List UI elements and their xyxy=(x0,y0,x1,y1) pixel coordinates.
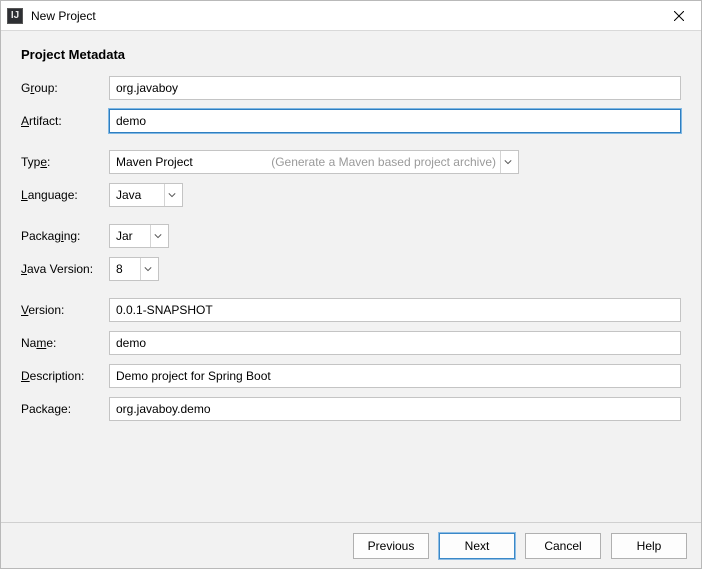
label-group: Group: xyxy=(21,81,109,95)
label-language: Language: xyxy=(21,188,109,202)
type-select-hint: (Generate a Maven based project archive) xyxy=(271,155,496,169)
java-version-select[interactable]: 8 xyxy=(109,257,159,281)
chevron-down-icon xyxy=(150,225,164,247)
name-input[interactable] xyxy=(109,331,681,355)
row-package: Package: xyxy=(21,397,681,421)
label-description: Description: xyxy=(21,369,109,383)
label-java-version: Java Version: xyxy=(21,262,109,276)
artifact-input[interactable] xyxy=(109,109,681,133)
packaging-select-value: Jar xyxy=(116,229,146,243)
row-packaging: Packaging: Jar xyxy=(21,224,681,248)
label-type: Type: xyxy=(21,155,109,169)
language-select[interactable]: Java xyxy=(109,183,183,207)
label-artifact: Artifact: xyxy=(21,114,109,128)
packaging-select[interactable]: Jar xyxy=(109,224,169,248)
row-language: Language: Java xyxy=(21,183,681,207)
package-input[interactable] xyxy=(109,397,681,421)
row-artifact: Artifact: xyxy=(21,109,681,133)
row-name: Name: xyxy=(21,331,681,355)
java-version-select-value: 8 xyxy=(116,262,136,276)
chevron-down-icon xyxy=(140,258,154,280)
label-package: Package: xyxy=(21,402,109,416)
chevron-down-icon xyxy=(500,151,514,173)
app-icon: IJ xyxy=(7,8,23,24)
close-icon xyxy=(674,11,684,21)
footer: Previous Next Cancel Help xyxy=(1,522,701,568)
cancel-button[interactable]: Cancel xyxy=(525,533,601,559)
row-group: Group: xyxy=(21,76,681,100)
label-packaging: Packaging: xyxy=(21,229,109,243)
language-select-value: Java xyxy=(116,188,160,202)
titlebar: IJ New Project xyxy=(1,1,701,31)
label-name: Name: xyxy=(21,336,109,350)
row-type: Type: Maven Project (Generate a Maven ba… xyxy=(21,150,681,174)
group-input[interactable] xyxy=(109,76,681,100)
close-button[interactable] xyxy=(656,1,701,31)
next-button[interactable]: Next xyxy=(439,533,515,559)
type-select-value: Maven Project xyxy=(116,155,267,169)
section-title: Project Metadata xyxy=(21,47,681,62)
new-project-dialog: IJ New Project Project Metadata Group: A… xyxy=(0,0,702,569)
window-title: New Project xyxy=(31,9,96,23)
help-button[interactable]: Help xyxy=(611,533,687,559)
description-input[interactable] xyxy=(109,364,681,388)
row-java-version: Java Version: 8 xyxy=(21,257,681,281)
chevron-down-icon xyxy=(164,184,178,206)
content-area: Project Metadata Group: Artifact: Type: … xyxy=(1,31,701,522)
version-input[interactable] xyxy=(109,298,681,322)
previous-button[interactable]: Previous xyxy=(353,533,429,559)
row-version: Version: xyxy=(21,298,681,322)
label-version: Version: xyxy=(21,303,109,317)
row-description: Description: xyxy=(21,364,681,388)
type-select[interactable]: Maven Project (Generate a Maven based pr… xyxy=(109,150,519,174)
